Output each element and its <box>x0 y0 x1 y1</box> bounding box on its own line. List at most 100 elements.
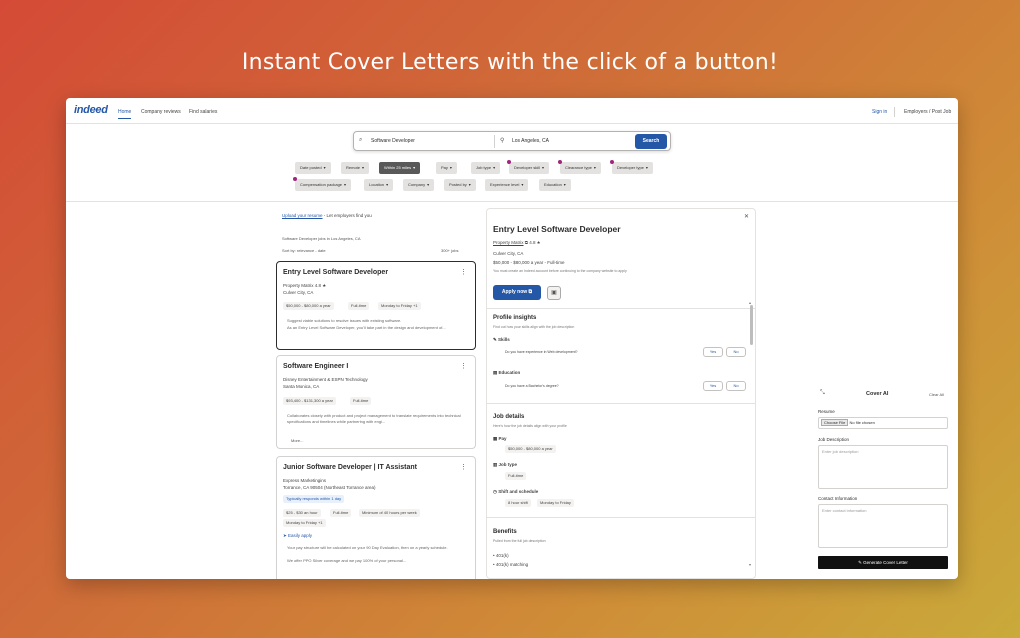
filter-compensation-package[interactable]: Compensation package ▾ <box>293 177 352 191</box>
scroll-down-arrow[interactable]: ▾ <box>749 562 751 567</box>
chevron-down-icon: ▾ <box>386 182 389 187</box>
nav-company-reviews[interactable]: Company reviews <box>141 109 181 115</box>
filter-label: Date posted <box>300 165 322 170</box>
job-snippet-1: Your pay structure will be calculated on… <box>287 545 448 550</box>
search-button[interactable]: Search <box>635 134 667 149</box>
job-title[interactable]: Entry Level Software Developer <box>283 269 388 276</box>
filter-clearance-type[interactable]: Clearance type ▾ <box>558 160 601 174</box>
chevron-down-icon: ▾ <box>344 182 347 187</box>
active-dot <box>558 160 562 164</box>
sign-in-link[interactable]: Sign in <box>872 109 887 115</box>
upload-resume-link[interactable]: Upload your resume <box>282 213 323 218</box>
job-description-label: Job Description <box>818 437 850 442</box>
detail-scrollbar[interactable] <box>750 305 753 345</box>
job-details-title: Job details <box>493 414 525 420</box>
detail-location: Culver City, CA <box>493 251 524 256</box>
indeed-logo[interactable]: indeed <box>74 104 108 116</box>
section-divider <box>487 403 755 404</box>
filter-label: Experience level <box>490 182 520 187</box>
filter-date-posted[interactable]: Date posted ▾ <box>295 162 331 174</box>
job-card-3[interactable]: Junior Software Developer | IT Assistant… <box>276 456 476 579</box>
search-divider <box>494 135 495 148</box>
save-job-icon[interactable]: ▣ <box>547 286 561 300</box>
profile-insights-title: Profile insights <box>493 315 537 321</box>
benefits-title: Benefits <box>493 529 517 535</box>
job-location: Santa Monica, CA <box>283 384 320 389</box>
filter-company[interactable]: Company ▾ <box>403 179 435 191</box>
cover-ai-panel: ⤡ Cover AI Clear All Resume Choose File … <box>814 384 950 574</box>
more-options-icon[interactable]: ⋮ <box>460 362 467 370</box>
job-title[interactable]: Junior Software Developer | IT Assistant <box>283 464 417 471</box>
job-title[interactable]: Software Engineer I <box>283 363 348 370</box>
detail-company[interactable]: Property Matrix <box>493 240 524 245</box>
shift-row: ◷ Shift and schedule <box>493 489 538 495</box>
schedule-chip: Monday to Friday +1 <box>378 302 421 310</box>
job-description-input[interactable]: Enter job description <box>818 445 948 489</box>
filter-developer-skill[interactable]: Developer skill ▾ <box>507 160 550 174</box>
clear-all-button[interactable]: Clear All <box>929 392 944 397</box>
skills-no-button[interactable]: No <box>726 347 746 357</box>
filter-developer-type[interactable]: Developer type ▾ <box>610 160 653 174</box>
job-card-2[interactable]: Software Engineer I ⋮ Disney Entertainme… <box>276 355 476 449</box>
pay-pill: $50,000 - $80,000 a year <box>505 445 556 453</box>
filter-education[interactable]: Education ▾ <box>539 179 571 191</box>
profile-insights-sub: Find out how your skills align with the … <box>493 325 575 329</box>
shift-pill-2: Monday to Friday <box>537 499 574 507</box>
jobtype-label: Job type <box>498 462 518 467</box>
chevron-down-icon: ▾ <box>493 165 496 170</box>
choose-file-button[interactable]: Choose File <box>821 419 849 426</box>
section-divider <box>487 517 755 518</box>
pay-row: ▦ Pay <box>493 436 507 442</box>
filter-label: Company <box>408 182 426 187</box>
generate-cover-letter-button[interactable]: ✎ Generate Cover Letter <box>818 556 948 569</box>
easily-apply: ➤ Easily apply <box>283 533 312 539</box>
more-options-icon[interactable]: ⋮ <box>460 463 467 471</box>
contact-info-input[interactable]: Enter contact information <box>818 504 948 548</box>
filter-within-25-miles[interactable]: Within 25 miles ▾ <box>379 162 421 174</box>
filter-remote[interactable]: Remote ▾ <box>341 162 370 174</box>
education-question: Do you have a Bachelor's degree? <box>505 384 559 388</box>
close-icon[interactable]: ✕ <box>744 213 749 220</box>
job-detail-panel: ✕ Entry Level Software Developer Propert… <box>486 208 756 579</box>
job-card-1[interactable]: Entry Level Software Developer ⋮ Propert… <box>276 261 476 350</box>
nav-home[interactable]: Home <box>118 109 132 119</box>
more-link[interactable]: More... <box>291 438 471 444</box>
job-details-sub: Here's how the job details align with yo… <box>493 424 567 428</box>
filter-job-type[interactable]: Job type ▾ <box>471 162 501 174</box>
salary-chip: $50,000 - $80,000 a year <box>283 302 334 310</box>
filter-label: Compensation package <box>300 182 343 187</box>
filter-label: Posted by <box>449 182 467 187</box>
top-nav: indeed Home Company reviews Find salarie… <box>66 98 958 124</box>
filter-label: Location <box>369 182 385 187</box>
education-yes-button[interactable]: Yes <box>703 381 723 391</box>
employers-link[interactable]: Employers / Post Job <box>904 109 951 115</box>
apply-now-button[interactable]: Apply now ⧉ <box>493 285 541 300</box>
detail-company-row: Property Matrix ⧉ 4.8 ★ <box>493 240 540 245</box>
skills-yes-button[interactable]: Yes <box>703 347 723 357</box>
resume-file-input[interactable]: Choose File No file chosen <box>818 417 948 429</box>
hours-chip: Minimum of 40 hours per week <box>359 509 420 517</box>
filter-posted-by[interactable]: Posted by ▾ <box>444 179 476 191</box>
jobtype-row: ▥ Job type <box>493 462 517 468</box>
sort-control[interactable]: Sort by: relevance - date <box>282 248 326 253</box>
active-dot <box>610 160 614 164</box>
headline: Instant Cover Letters with the click of … <box>241 50 779 75</box>
salary-chip: $25 - $30 an hour <box>283 509 321 517</box>
what-input[interactable]: Software Developer <box>371 138 415 144</box>
benefit-item-1: • 401(k) <box>493 553 509 558</box>
education-no-button[interactable]: No <box>726 381 746 391</box>
nav-find-salaries[interactable]: Find salaries <box>189 109 217 115</box>
salary-chip: $93,400 - $131,300 a year <box>283 397 336 405</box>
job-snippet-2: As an Entry Level Software Developer, yo… <box>287 325 446 330</box>
filter-label: Clearance type <box>565 165 592 170</box>
results-breadcrumb: Software Developer jobs in Los Angeles, … <box>282 236 361 241</box>
filter-experience-level[interactable]: Experience level ▾ <box>485 179 529 191</box>
filter-pay[interactable]: Pay ▾ <box>436 162 457 174</box>
jobtype-chip: Full-time <box>350 397 372 405</box>
more-options-icon[interactable]: ⋮ <box>460 268 467 276</box>
where-input[interactable]: Los Angeles, CA <box>512 138 549 144</box>
filter-location[interactable]: Location ▾ <box>364 179 394 191</box>
collapse-icon[interactable]: ⤡ <box>820 390 825 397</box>
detail-salary: $50,000 - $80,000 a year - Full-time <box>493 260 565 265</box>
jobtype-chip: Full-time <box>348 302 370 310</box>
